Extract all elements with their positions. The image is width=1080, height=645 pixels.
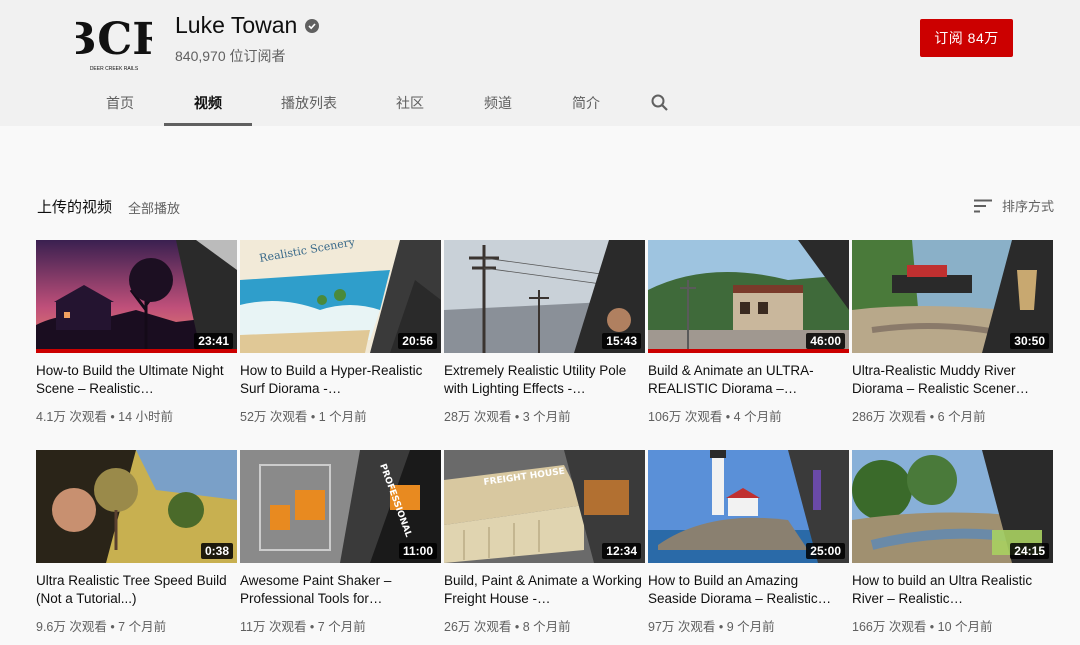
- video-title[interactable]: How to build an Ultra Realistic River – …: [852, 572, 1053, 608]
- video-thumbnail[interactable]: 23:41: [36, 240, 237, 353]
- video-card[interactable]: 24:15 How to build an Ultra Realistic Ri…: [852, 450, 1053, 635]
- play-all-button[interactable]: 全部播放: [128, 198, 180, 217]
- video-card[interactable]: 46:00 Build & Animate an ULTRA-REALISTIC…: [648, 240, 849, 425]
- tab-community[interactable]: 社区: [366, 80, 454, 126]
- video-duration: 15:43: [602, 333, 641, 349]
- channel-logo[interactable]: BCR DEER CREEK RAILS: [59, 4, 169, 74]
- section-title: 上传的视频: [37, 199, 113, 216]
- video-title[interactable]: How to Build an Amazing Seaside Diorama …: [648, 572, 849, 608]
- tab-home[interactable]: 首页: [76, 80, 164, 126]
- watch-progress-bar: [648, 349, 849, 353]
- channel-title: Luke Towan: [175, 12, 320, 39]
- video-card[interactable]: 23:41 How-to Build the Ultimate Night Sc…: [36, 240, 237, 425]
- video-thumbnail[interactable]: Realistic Scenery 20:56: [240, 240, 441, 353]
- video-meta: 286万 次观看 • 6 个月前: [852, 410, 986, 424]
- video-card[interactable]: 15:43 Extremely Realistic Utility Pole w…: [444, 240, 645, 425]
- sort-button[interactable]: 排序方式: [974, 196, 1054, 215]
- sort-icon: [974, 199, 992, 212]
- tab-about[interactable]: 简介: [542, 80, 630, 126]
- channel-tabs: 首页 视频 播放列表 社区 频道 简介: [76, 80, 690, 126]
- video-duration: 23:41: [194, 333, 233, 349]
- video-meta: 4.1万 次观看 • 14 小时前: [36, 410, 174, 424]
- video-meta: 28万 次观看 • 3 个月前: [444, 410, 571, 424]
- sort-label: 排序方式: [1002, 199, 1055, 214]
- video-title[interactable]: How to Build a Hyper-Realistic Surf Dior…: [240, 362, 441, 398]
- video-title[interactable]: How-to Build the Ultimate Night Scene – …: [36, 362, 237, 398]
- video-duration: 12:34: [602, 543, 641, 559]
- video-thumbnail[interactable]: 30:50: [852, 240, 1053, 353]
- video-title[interactable]: Extremely Realistic Utility Pole with Li…: [444, 362, 645, 398]
- video-card[interactable]: 25:00 How to Build an Amazing Seaside Di…: [648, 450, 849, 635]
- video-duration: 24:15: [1010, 543, 1049, 559]
- video-meta: 106万 次观看 • 4 个月前: [648, 410, 782, 424]
- video-meta: 26万 次观看 • 8 个月前: [444, 620, 571, 634]
- video-meta: 97万 次观看 • 9 个月前: [648, 620, 775, 634]
- video-title[interactable]: Ultra-Realistic Muddy River Diorama – Re…: [852, 362, 1053, 398]
- video-thumbnail[interactable]: PROFESSIONAL 11:00: [240, 450, 441, 563]
- video-thumbnail[interactable]: FREIGHT HOUSE 12:34: [444, 450, 645, 563]
- video-card[interactable]: 0:38 Ultra Realistic Tree Speed Build (N…: [36, 450, 237, 635]
- video-card[interactable]: 30:50 Ultra-Realistic Muddy River Dioram…: [852, 240, 1053, 425]
- video-thumbnail[interactable]: 24:15: [852, 450, 1053, 563]
- video-meta: 11万 次观看 • 7 个月前: [240, 620, 366, 634]
- video-meta: 52万 次观看 • 1 个月前: [240, 410, 367, 424]
- video-card[interactable]: PROFESSIONAL 11:00 Awesome Paint Shaker …: [240, 450, 441, 635]
- video-meta: 9.6万 次观看 • 7 个月前: [36, 620, 167, 634]
- video-title[interactable]: Build & Animate an ULTRA-REALISTIC Diora…: [648, 362, 849, 398]
- tab-playlists[interactable]: 播放列表: [252, 80, 366, 126]
- video-title[interactable]: Awesome Paint Shaker – Professional Tool…: [240, 572, 441, 608]
- video-duration: 30:50: [1010, 333, 1049, 349]
- channel-header: BCR DEER CREEK RAILS Luke Towan 840,970 …: [0, 0, 1080, 126]
- svg-text:DEER CREEK RAILS: DEER CREEK RAILS: [90, 66, 139, 72]
- watch-progress-bar: [36, 349, 237, 353]
- video-duration: 0:38: [200, 543, 233, 559]
- tab-channels[interactable]: 频道: [454, 80, 542, 126]
- video-card[interactable]: Realistic Scenery 20:56 How to Build a H…: [240, 240, 441, 425]
- search-icon[interactable]: [630, 80, 690, 126]
- video-duration: 46:00: [806, 333, 845, 349]
- video-duration: 20:56: [398, 333, 437, 349]
- video-title[interactable]: Ultra Realistic Tree Speed Build (Not a …: [36, 572, 237, 608]
- subscribe-button[interactable]: 订阅 84万: [920, 19, 1013, 57]
- video-meta: 166万 次观看 • 10 个月前: [852, 620, 993, 634]
- video-thumbnail[interactable]: 46:00: [648, 240, 849, 353]
- video-thumbnail[interactable]: 25:00: [648, 450, 849, 563]
- svg-text:BCR: BCR: [76, 14, 152, 65]
- video-duration: 25:00: [806, 543, 845, 559]
- tab-videos[interactable]: 视频: [164, 80, 252, 126]
- video-card[interactable]: FREIGHT HOUSE 12:34 Build, Paint & Anima…: [444, 450, 645, 635]
- channel-name-text: Luke Towan: [175, 12, 298, 38]
- verified-icon: [305, 18, 320, 33]
- video-thumbnail[interactable]: 0:38: [36, 450, 237, 563]
- video-thumbnail[interactable]: 15:43: [444, 240, 645, 353]
- subscriber-count: 840,970 位订阅者: [175, 48, 286, 64]
- video-title[interactable]: Build, Paint & Animate a Working Freight…: [444, 572, 645, 608]
- video-duration: 11:00: [398, 543, 437, 559]
